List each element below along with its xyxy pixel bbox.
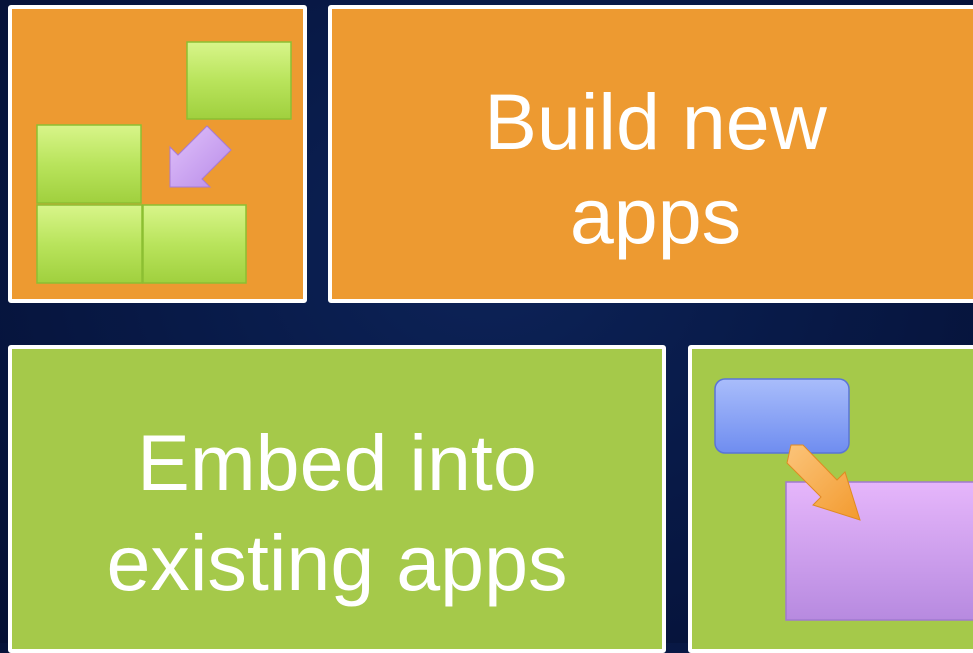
embed-window-icon: [714, 378, 973, 621]
stacked-block-bottom-right: [142, 204, 247, 284]
build-apps-icon-tile[interactable]: [8, 5, 307, 303]
build-new-apps-tile[interactable]: Build new apps: [328, 5, 973, 303]
stacking-blocks-icon: [36, 41, 292, 284]
stacked-block-bottom-left: [36, 204, 143, 284]
target-app-window: [785, 481, 973, 621]
embed-existing-apps-label: Embed into existing apps: [106, 418, 568, 607]
embed-existing-apps-tile[interactable]: Embed into existing apps: [8, 345, 666, 653]
floating-block: [186, 41, 292, 120]
arrow-down-left-icon: [169, 125, 232, 188]
build-new-apps-label: Build new apps: [484, 77, 827, 260]
stacked-block-top: [36, 124, 142, 204]
embedded-component: [714, 378, 850, 454]
embed-apps-icon-tile[interactable]: [688, 345, 973, 653]
